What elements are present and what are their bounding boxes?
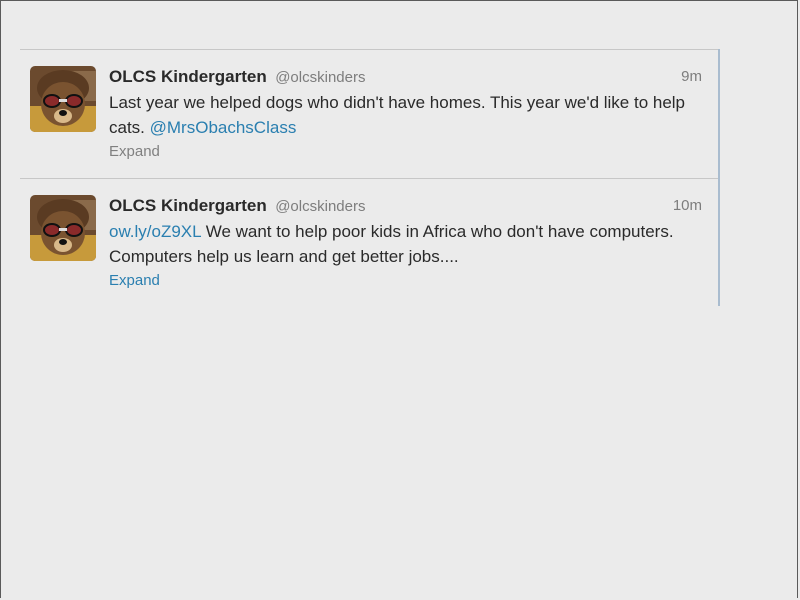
display-name[interactable]: OLCS Kindergarten	[109, 196, 267, 215]
tweet-text: Last year we helped dogs who didn't have…	[109, 90, 702, 140]
tweet-text: ow.ly/oZ9XL We want to help poor kids in…	[109, 219, 702, 269]
avatar[interactable]	[30, 66, 96, 132]
mention-link[interactable]: @MrsObachsClass	[150, 118, 297, 137]
tweet-header: OLCS Kindergarten @olcskinders 10m	[109, 195, 702, 217]
expand-link[interactable]: Expand	[109, 143, 160, 160]
teddy-bear-avatar-icon	[30, 66, 96, 132]
timestamp[interactable]: 10m	[673, 195, 702, 217]
url-link[interactable]: ow.ly/oZ9XL	[109, 222, 201, 241]
username[interactable]: @olcskinders	[275, 198, 365, 215]
tweet-content: OLCS Kindergarten @olcskinders 10m ow.ly…	[109, 195, 702, 290]
tweet-content: OLCS Kindergarten @olcskinders 9m Last y…	[109, 66, 702, 161]
timestamp[interactable]: 9m	[681, 66, 702, 88]
tweet-timeline: OLCS Kindergarten @olcskinders 9m Last y…	[20, 49, 720, 306]
expand-link[interactable]: Expand	[109, 272, 160, 289]
username[interactable]: @olcskinders	[275, 69, 365, 86]
display-name[interactable]: OLCS Kindergarten	[109, 67, 267, 86]
tweet-header: OLCS Kindergarten @olcskinders 9m	[109, 66, 702, 88]
avatar[interactable]	[30, 195, 96, 261]
teddy-bear-avatar-icon	[30, 195, 96, 261]
tweet-item[interactable]: OLCS Kindergarten @olcskinders 10m ow.ly…	[20, 178, 718, 306]
tweet-item[interactable]: OLCS Kindergarten @olcskinders 9m Last y…	[20, 49, 718, 178]
